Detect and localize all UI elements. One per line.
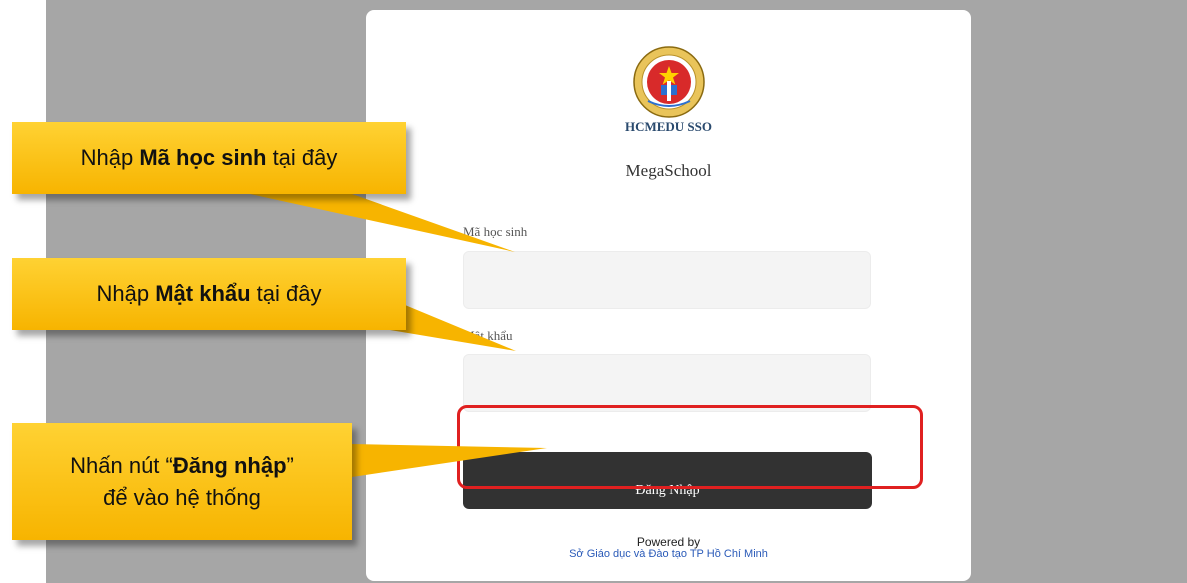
login-callout: Nhấn nút “Đăng nhập” để vào hệ thống — [12, 423, 352, 540]
callout-text: Nhấn nút “ — [70, 452, 173, 478]
callout-text: ” — [286, 452, 294, 478]
callout-text: Nhập — [96, 281, 156, 307]
callout-text: tại đây — [250, 281, 322, 307]
student-id-callout-pointer — [250, 194, 515, 252]
callout-text: Nhập — [80, 145, 140, 171]
callout-emphasis: Mật khẩu — [155, 281, 251, 307]
callout-emphasis: Mã học sinh — [139, 145, 267, 171]
login-callout-pointer — [352, 444, 547, 477]
student-id-callout: Nhập Mã học sinh tại đây — [12, 122, 406, 194]
callout-emphasis: Đăng nhập — [172, 452, 287, 478]
password-callout: Nhập Mật khẩu tại đây — [12, 258, 406, 330]
callout-text: để vào hệ thống — [103, 484, 261, 510]
callout-text: tại đây — [266, 145, 338, 171]
